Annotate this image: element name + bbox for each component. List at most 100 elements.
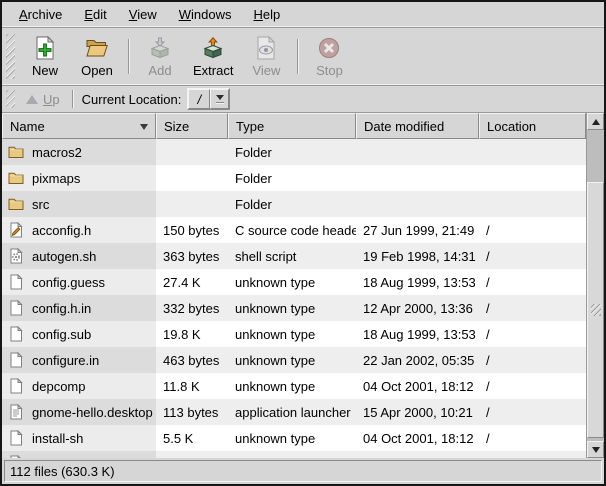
document-icon bbox=[8, 352, 24, 368]
scrollbar-grip bbox=[591, 304, 601, 316]
cell-date: 12 Apr 2000, 13:36 bbox=[356, 295, 479, 321]
cell-size: 150 bytes bbox=[156, 217, 228, 243]
cell-name: config.sub bbox=[2, 321, 156, 347]
cell-date: 18 Aug 1999, 13:53 bbox=[356, 269, 479, 295]
table-row[interactable]: config.sub19.8 Kunknown type18 Aug 1999,… bbox=[2, 321, 586, 347]
scrollbar-thumb[interactable] bbox=[587, 182, 604, 438]
table-row[interactable]: acconfig.h150 bytesC source code header2… bbox=[2, 217, 586, 243]
statusbar-box: 112 files (630.3 K) bbox=[4, 460, 602, 482]
cell-size bbox=[156, 165, 228, 191]
cell-name: autogen.sh bbox=[2, 243, 156, 269]
archive-manager-window: Archive Edit View Windows Help New Open bbox=[0, 0, 606, 486]
table-row[interactable]: autogen.sh363 bytesshell script19 Feb 19… bbox=[2, 243, 586, 269]
table-row[interactable]: srcFolder bbox=[2, 191, 586, 217]
column-header-type[interactable]: Type bbox=[228, 113, 356, 139]
toolbar-separator bbox=[297, 39, 298, 74]
file-name: acconfig.h bbox=[32, 223, 91, 238]
arrow-down-icon bbox=[592, 447, 600, 453]
open-button[interactable]: Open bbox=[71, 31, 123, 83]
cell-date bbox=[356, 191, 479, 217]
arrow-up-icon bbox=[592, 119, 600, 125]
locationbar-drag-handle[interactable] bbox=[6, 90, 15, 108]
table-row[interactable]: gnome-hello.desktop113 bytesapplication … bbox=[2, 399, 586, 425]
cell-name: config.guess bbox=[2, 269, 156, 295]
cell-date: 04 Oct 2001, 18:12 bbox=[356, 425, 479, 451]
document-icon bbox=[8, 300, 24, 316]
cell-size: 363 bytes bbox=[156, 243, 228, 269]
scrollbar-trough[interactable] bbox=[587, 130, 604, 441]
cell-location bbox=[479, 165, 586, 191]
cell-size: 11.8 K bbox=[156, 373, 228, 399]
new-button[interactable]: New bbox=[19, 31, 71, 83]
launcher-icon bbox=[8, 404, 24, 420]
table-row[interactable]: config.h.in332 bytesunknown type12 Apr 2… bbox=[2, 295, 586, 321]
new-button-label: New bbox=[32, 63, 58, 78]
table-row[interactable]: install-sh5.5 Kunknown type04 Oct 2001, … bbox=[2, 425, 586, 451]
view-button[interactable]: View bbox=[240, 31, 292, 83]
cell-name: gnome-hello.desktop bbox=[2, 399, 156, 425]
table-row[interactable]: pixmapsFolder bbox=[2, 165, 586, 191]
cell-name bbox=[2, 451, 156, 458]
scroll-down-button[interactable] bbox=[587, 441, 604, 458]
menu-edit[interactable]: Edit bbox=[73, 3, 117, 26]
cell-type: unknown type bbox=[228, 321, 356, 347]
table-row[interactable]: macros2Folder bbox=[2, 139, 586, 165]
file-name: pixmaps bbox=[32, 171, 80, 186]
cell-date bbox=[356, 139, 479, 165]
location-combobox-value: / bbox=[188, 89, 210, 109]
cell-date: 04 Oct 2001, 18:12 bbox=[356, 373, 479, 399]
cell-location: / bbox=[479, 217, 586, 243]
table-row-partial[interactable] bbox=[2, 451, 586, 458]
menu-archive[interactable]: Archive bbox=[8, 3, 73, 26]
cell-size bbox=[156, 451, 228, 458]
menu-windows[interactable]: Windows bbox=[168, 3, 243, 26]
menu-view[interactable]: View bbox=[118, 3, 168, 26]
document-icon bbox=[8, 378, 24, 394]
add-button[interactable]: Add bbox=[134, 31, 186, 83]
file-name: autogen.sh bbox=[32, 249, 96, 264]
stop-button[interactable]: Stop bbox=[303, 31, 355, 83]
table-row[interactable]: depcomp11.8 Kunknown type04 Oct 2001, 18… bbox=[2, 373, 586, 399]
view-button-label: View bbox=[252, 63, 280, 78]
location-bar: Up Current Location: / bbox=[2, 86, 604, 112]
folder-icon bbox=[8, 196, 24, 212]
file-name: config.h.in bbox=[32, 301, 91, 316]
cell-date: 19 Feb 1998, 14:31 bbox=[356, 243, 479, 269]
up-button[interactable]: Up bbox=[19, 90, 67, 109]
cell-location: / bbox=[479, 425, 586, 451]
cell-date: 15 Apr 2000, 10:21 bbox=[356, 399, 479, 425]
cell-size bbox=[156, 191, 228, 217]
chevron-underline bbox=[216, 102, 224, 103]
column-header-name[interactable]: Name bbox=[2, 113, 156, 139]
menu-help[interactable]: Help bbox=[242, 3, 291, 26]
file-count-text: 112 files (630.3 K) bbox=[10, 464, 115, 479]
table-row[interactable]: config.guess27.4 Kunknown type18 Aug 199… bbox=[2, 269, 586, 295]
cell-date bbox=[356, 165, 479, 191]
cell-name: macros2 bbox=[2, 139, 156, 165]
cell-name: depcomp bbox=[2, 373, 156, 399]
cell-size: 463 bytes bbox=[156, 347, 228, 373]
location-combobox[interactable]: / bbox=[187, 88, 230, 110]
up-arrow-icon bbox=[26, 95, 38, 104]
toolbar-drag-handle[interactable] bbox=[6, 34, 15, 79]
vertical-scrollbar[interactable] bbox=[586, 113, 604, 458]
column-header-size[interactable]: Size bbox=[156, 113, 228, 139]
cell-location bbox=[479, 191, 586, 217]
column-header-location[interactable]: Location bbox=[479, 113, 586, 139]
cell-name: install-sh bbox=[2, 425, 156, 451]
sort-indicator-icon bbox=[140, 124, 148, 130]
cell-name: acconfig.h bbox=[2, 217, 156, 243]
stop-icon bbox=[317, 36, 341, 60]
combobox-dropdown-button[interactable] bbox=[210, 89, 229, 109]
table-row[interactable]: configure.in463 bytesunknown type22 Jan … bbox=[2, 347, 586, 373]
scroll-up-button[interactable] bbox=[587, 113, 604, 130]
extract-button[interactable]: Extract bbox=[186, 31, 240, 83]
cell-type: unknown type bbox=[228, 347, 356, 373]
cell-location: / bbox=[479, 347, 586, 373]
file-name: install-sh bbox=[32, 431, 83, 446]
column-header-date-modified[interactable]: Date modified bbox=[356, 113, 479, 139]
file-name: depcomp bbox=[32, 379, 85, 394]
cell-name: config.h.in bbox=[2, 295, 156, 321]
script-icon bbox=[8, 248, 24, 264]
stop-button-label: Stop bbox=[316, 63, 343, 78]
